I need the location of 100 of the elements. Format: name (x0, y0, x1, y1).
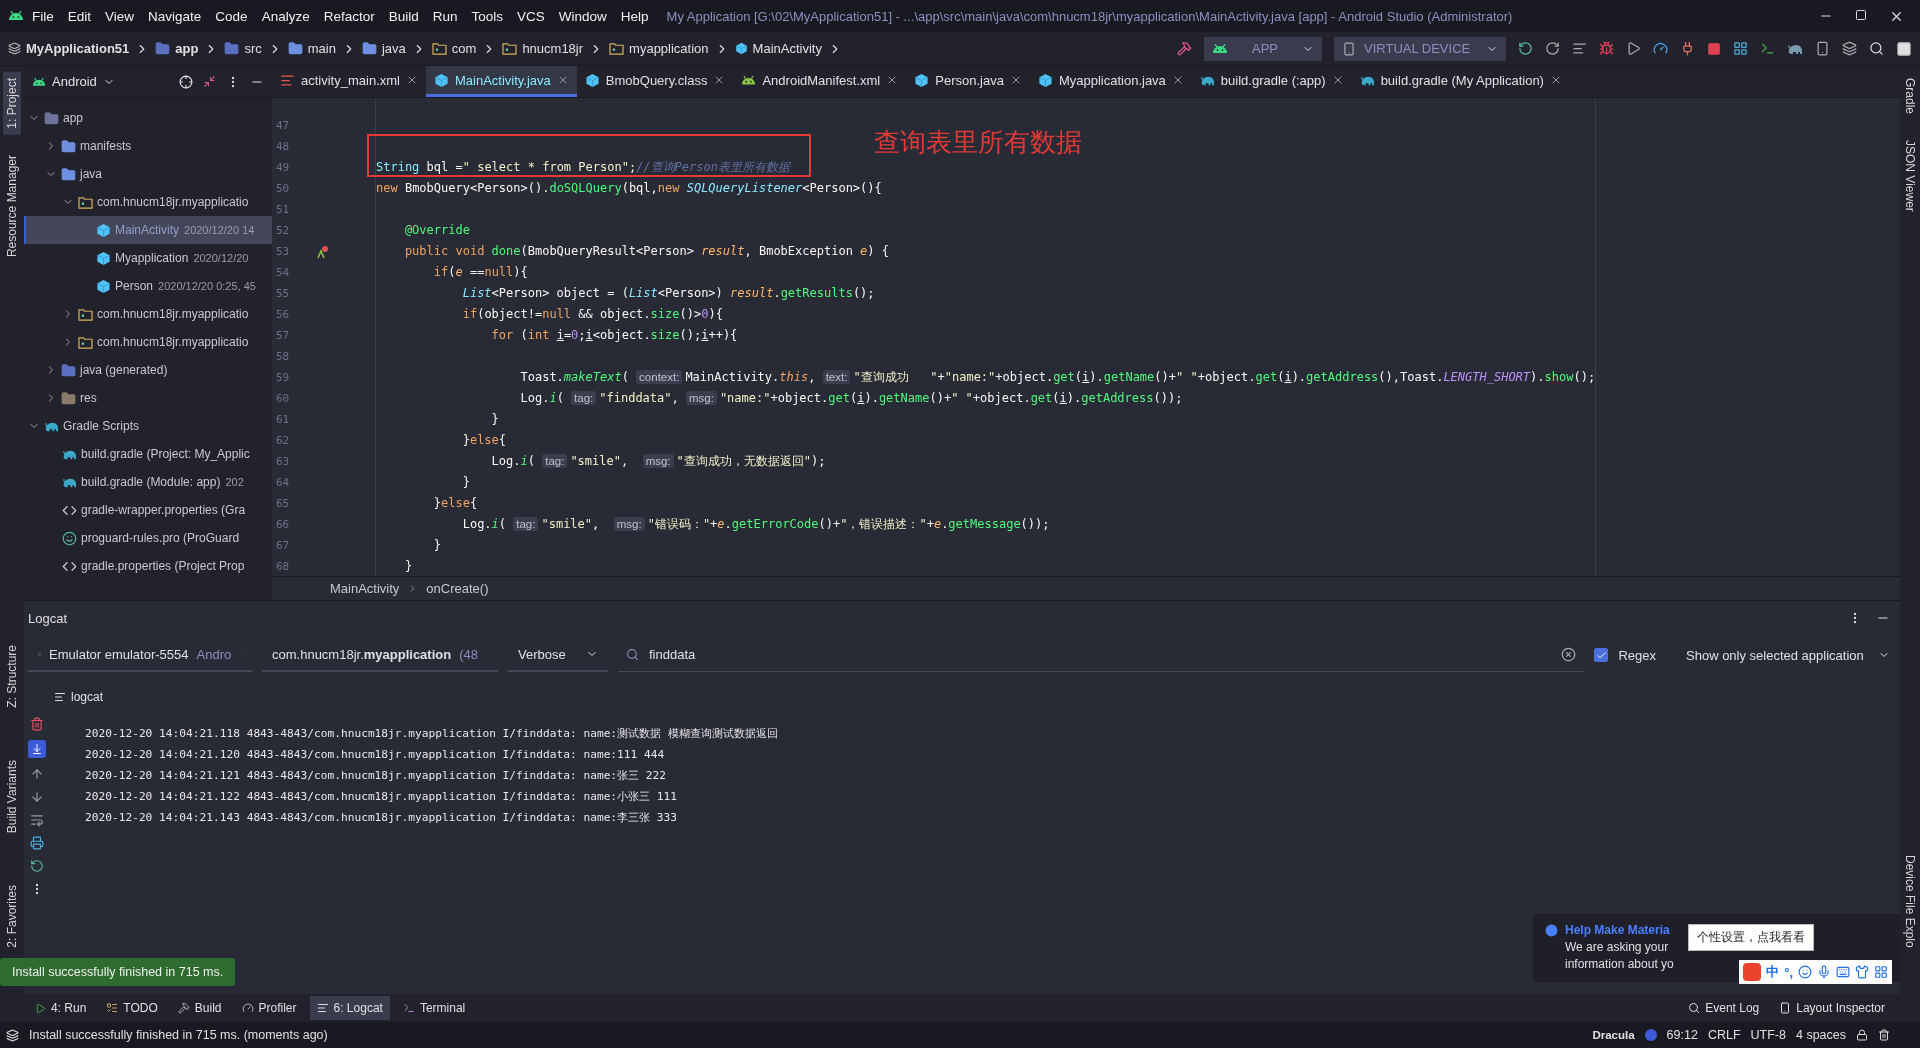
cursor-position[interactable]: 69:12 (1666, 1028, 1698, 1042)
tree-item[interactable]: Gradle Scripts (24, 412, 272, 440)
input-mode[interactable]: 中 (1766, 963, 1780, 981)
line-separator[interactable]: CRLF (1707, 1028, 1741, 1042)
menu-item[interactable]: VCS (511, 8, 551, 24)
arrow-down-icon[interactable] (30, 790, 44, 804)
tool-window-button[interactable]: TODO (99, 996, 165, 1020)
keyboard-icon[interactable] (1836, 965, 1850, 979)
breadcrumb[interactable]: myapplication (609, 41, 709, 56)
tree-item[interactable]: Myapplication 2020/12/20 (24, 244, 272, 272)
collapse-icon[interactable] (203, 75, 216, 88)
tree-item[interactable]: build.gradle (Project: My_Applic (24, 440, 272, 468)
delete-icon[interactable] (30, 717, 44, 731)
process-dropdown[interactable]: com.hnucm18jr.myapplication (48 (262, 638, 498, 672)
search-field[interactable]: finddata (647, 646, 947, 663)
layers-icon[interactable] (1842, 41, 1857, 56)
notification-title[interactable]: Help Make Materia (1565, 923, 1670, 937)
locate-icon[interactable] (179, 74, 193, 89)
breadcrumb[interactable]: src (224, 41, 262, 56)
tool-window-button[interactable]: Terminal (395, 996, 473, 1020)
mic-icon[interactable] (1817, 965, 1831, 979)
avatar-icon[interactable] (1896, 40, 1912, 57)
tool-window-tab[interactable]: Z: Structure (3, 639, 21, 715)
tree-item[interactable]: java (generated) (24, 356, 272, 384)
editor-tab[interactable]: build.gradle (:app) (1191, 66, 1352, 97)
editor-tab[interactable]: Person.java (906, 66, 1030, 97)
clear-icon[interactable] (1561, 647, 1577, 662)
menu-item[interactable]: Code (209, 8, 254, 24)
device-dropdown[interactable]: VIRTUAL DEVICE (1334, 36, 1506, 61)
device-dropdown[interactable]: Emulator emulator-5554 Andro (28, 638, 252, 672)
menu-item[interactable]: File (26, 8, 60, 24)
tree-item[interactable]: res (24, 384, 272, 412)
punctuation-mode[interactable]: °, (1784, 964, 1793, 980)
scroll-end-button[interactable] (28, 740, 46, 758)
tool-window-button[interactable]: Layout Inspector (1772, 996, 1892, 1020)
tool-window-button[interactable]: 4: Run (28, 996, 94, 1020)
hammer-icon[interactable] (1177, 41, 1192, 56)
tree-item[interactable]: gradle-wrapper.properties (Gra (24, 496, 272, 524)
smile-icon[interactable] (1798, 965, 1812, 979)
tree-item[interactable]: MainActivity 2020/12/20 14 (24, 216, 272, 244)
menu-item[interactable]: View (99, 8, 141, 24)
breadcrumb[interactable]: app (155, 41, 199, 56)
theme-label[interactable]: Dracula (1592, 1029, 1635, 1041)
breadcrumb[interactable]: hnucm18jr (502, 41, 584, 56)
tool-window-tab[interactable]: JSON Viewer (1901, 134, 1919, 218)
search-icon[interactable] (1869, 41, 1884, 56)
tool-window-tab[interactable]: Resource Manager (3, 148, 21, 263)
print-icon[interactable] (30, 836, 44, 850)
editor-tab[interactable]: activity_main.xml (272, 66, 426, 97)
tool-window-tab[interactable]: 1: Project (3, 72, 21, 135)
shirt-icon[interactable] (1855, 965, 1869, 979)
grid-icon[interactable] (1874, 965, 1888, 979)
menu-item[interactable]: Tools (465, 8, 509, 24)
tree-item[interactable]: java (24, 160, 272, 188)
apply-changes-icon[interactable] (1545, 41, 1560, 56)
tool-window-button[interactable]: Event Log (1681, 996, 1767, 1020)
regex-checkbox[interactable] (1594, 648, 1609, 662)
editor-tab[interactable]: MainActivity.java (425, 66, 577, 97)
tool-window-button[interactable]: 6: Logcat (309, 996, 390, 1020)
tree-item[interactable]: proguard-rules.pro (ProGuard (24, 524, 272, 552)
menu-item[interactable]: Window (552, 8, 613, 24)
plug-icon[interactable] (1680, 41, 1695, 56)
grid-icon[interactable] (1733, 41, 1748, 56)
menu-item[interactable]: Run (426, 8, 464, 24)
tool-window-tab[interactable]: 2: Favorites (3, 879, 21, 954)
lock-icon[interactable] (1856, 1029, 1868, 1041)
menu-item[interactable]: Edit (61, 8, 98, 24)
lines-icon[interactable] (1572, 41, 1587, 56)
tree-item[interactable]: gradle.properties (Project Prop (24, 552, 272, 580)
indent-setting[interactable]: 4 spaces (1795, 1028, 1846, 1042)
filter-dropdown[interactable]: Show only selected application (1676, 638, 1900, 672)
file-encoding[interactable]: UTF-8 (1750, 1028, 1786, 1042)
menu-item[interactable]: Analyze (255, 8, 316, 24)
menu-item[interactable]: Navigate (142, 8, 208, 24)
menu-item[interactable]: Build (382, 8, 425, 24)
restore-button[interactable] (1855, 8, 1867, 21)
wrap-icon[interactable] (30, 813, 44, 827)
breadcrumb[interactable]: MainActivity (734, 41, 822, 56)
tree-item[interactable]: Person 2020/12/20 0:25, 45 (24, 272, 272, 300)
breadcrumb[interactable]: java (361, 41, 406, 56)
terminal-icon[interactable] (1760, 41, 1775, 56)
breadcrumb[interactable]: onCreate() (426, 581, 489, 596)
breadcrumb[interactable]: MainActivity (330, 581, 400, 596)
level-dropdown[interactable]: Verbose (508, 638, 608, 672)
stop-icon[interactable] (1707, 41, 1721, 56)
run-config-dropdown[interactable]: APP (1204, 36, 1322, 61)
editor-tab[interactable]: build.gradle (My Application) (1351, 66, 1570, 97)
breadcrumb[interactable]: main (287, 41, 336, 56)
debug-icon[interactable] (1599, 41, 1614, 56)
menu-item[interactable]: Refactor (317, 8, 381, 24)
editor-tab[interactable]: AndroidManifest.xml (733, 66, 907, 97)
restart-icon[interactable] (30, 859, 44, 873)
tree-item[interactable]: build.gradle (Module: app) 202 (24, 468, 272, 496)
tree-item[interactable]: com.hnucm18jr.myapplicatio (24, 300, 272, 328)
tool-window-tab[interactable]: Build Variants (3, 754, 21, 840)
menu-item[interactable]: Help (614, 8, 655, 24)
play-icon[interactable] (1626, 41, 1641, 56)
tree-item[interactable]: com.hnucm18jr.myapplicatio (24, 328, 272, 356)
editor-tab[interactable]: BmobQuery.class (576, 66, 734, 97)
tool-window-tab[interactable]: Gradle (1901, 72, 1919, 121)
